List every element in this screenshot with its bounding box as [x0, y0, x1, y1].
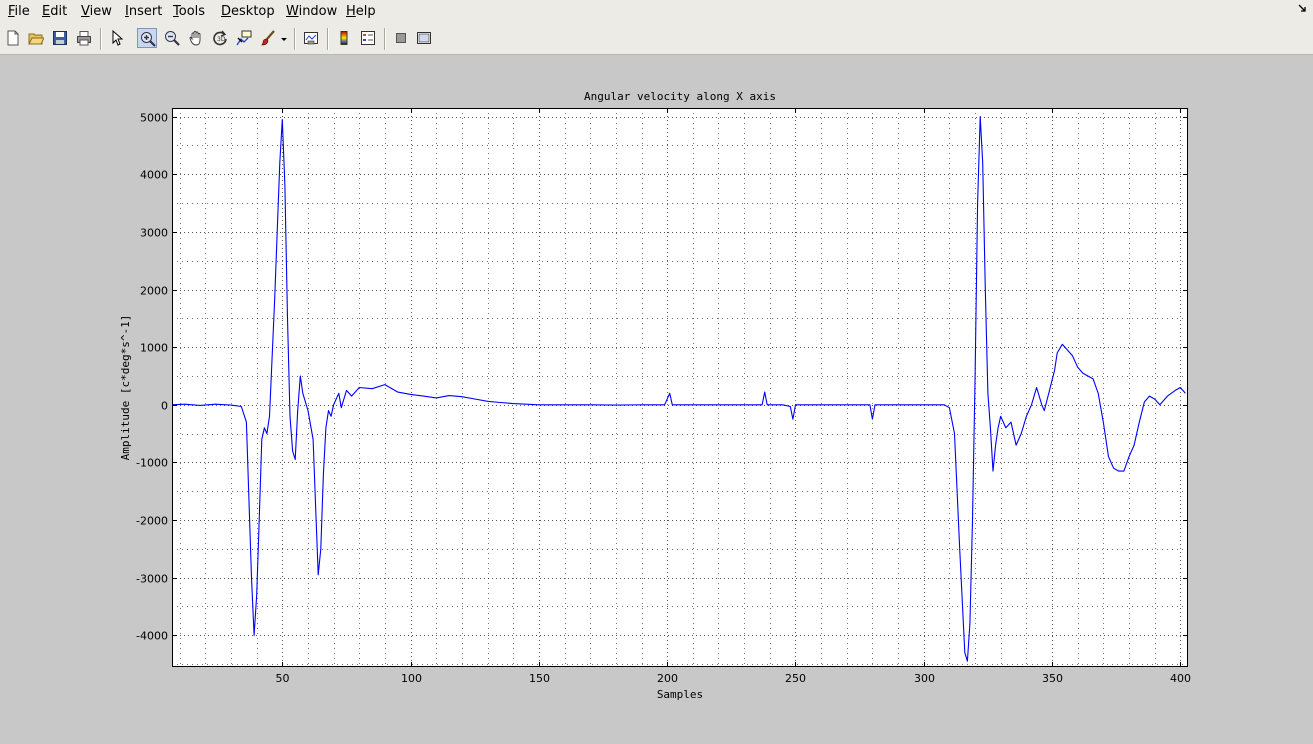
data-cursor-icon[interactable]: [234, 28, 254, 48]
x-tick-label: 300: [914, 672, 935, 685]
x-axis-label: Samples: [657, 688, 703, 701]
pan-hand-icon[interactable]: [186, 28, 206, 48]
x-tick-label: 100: [401, 672, 422, 685]
x-tick-label: 200: [657, 672, 678, 685]
brush-dropdown-icon[interactable]: [278, 28, 290, 48]
chart-title: Angular velocity along X axis: [584, 90, 776, 103]
toolbar-separator: [327, 28, 329, 50]
plot-svg: 50 100 150 200 250 300 350 400 5000 4000 3000 2000 1…: [119, 90, 1191, 701]
x-tick-label: 250: [785, 672, 806, 685]
y-tick-label: -4000: [136, 630, 168, 643]
menu-desktop[interactable]: Desktop: [221, 4, 275, 19]
menu-bar: File Edit View Insert Tools Desktop Wind…: [0, 0, 1313, 24]
link-plot-icon[interactable]: [301, 28, 321, 48]
print-icon[interactable]: [74, 28, 94, 48]
legend-icon[interactable]: [358, 28, 378, 48]
toolbar-separator: [294, 28, 296, 50]
svg-text:3D: 3D: [217, 36, 226, 43]
menu-file[interactable]: File: [8, 4, 30, 19]
show-plot-tools-icon[interactable]: [414, 28, 434, 48]
open-file-icon[interactable]: [26, 28, 46, 48]
y-tick-label: 2000: [140, 285, 168, 298]
x-tick-label: 150: [529, 672, 550, 685]
figure-toolbar: 3D: [0, 24, 1313, 55]
y-axis-label: Amplitude [c*deg*s^-1]: [119, 315, 132, 461]
dock-arrow-icon[interactable]: [1297, 3, 1307, 16]
zoom-out-icon[interactable]: [162, 28, 182, 48]
y-tick-label: -2000: [136, 515, 168, 528]
y-tick-label: 1000: [140, 342, 168, 355]
toolbar-separator: [384, 28, 386, 50]
zoom-in-icon[interactable]: [137, 28, 157, 48]
menu-edit[interactable]: Edit: [42, 4, 67, 19]
brush-icon[interactable]: [258, 28, 278, 48]
menu-view[interactable]: View: [81, 4, 112, 19]
new-figure-icon[interactable]: [3, 28, 23, 48]
colorbar-icon[interactable]: [334, 28, 354, 48]
select-arrow-icon[interactable]: [107, 28, 127, 48]
toolbar-separator: [100, 28, 102, 50]
y-tick-label: -3000: [136, 573, 168, 586]
menu-window[interactable]: Window: [286, 4, 337, 19]
figure-canvas: 50 100 150 200 250 300 350 400 5000 4000 3000 2000 1…: [0, 55, 1313, 744]
y-tick-label: 4000: [140, 169, 168, 182]
axes-background[interactable]: [172, 108, 1188, 667]
y-tick-label: 3000: [140, 227, 168, 240]
x-tick-label: 400: [1170, 672, 1191, 685]
y-tick-label: 5000: [140, 112, 168, 125]
x-tick-label: 350: [1042, 672, 1063, 685]
y-tick-label: -1000: [136, 457, 168, 470]
save-icon[interactable]: [50, 28, 70, 48]
hide-plot-tools-icon[interactable]: [391, 28, 411, 48]
menu-help[interactable]: Help: [346, 4, 376, 19]
rotate-3d-icon[interactable]: 3D: [210, 28, 230, 48]
menu-insert[interactable]: Insert: [125, 4, 162, 19]
x-tick-label: 50: [276, 672, 290, 685]
menu-tools[interactable]: Tools: [173, 4, 205, 19]
y-tick-label: 0: [161, 400, 168, 413]
